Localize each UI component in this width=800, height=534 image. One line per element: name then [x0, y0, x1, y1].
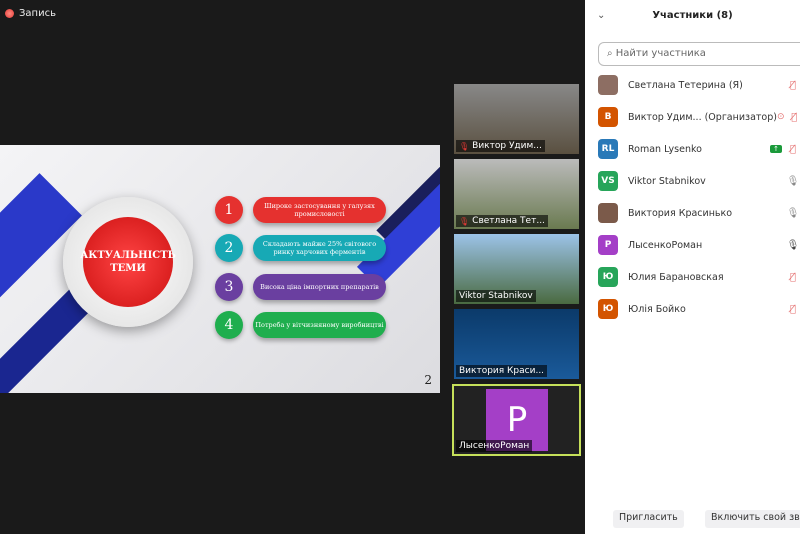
video-tile[interactable]: 🎙 Виктор Удим...	[454, 84, 579, 154]
item-text: Потреба у вітчизняному виробництві	[253, 312, 386, 338]
participant-row[interactable]: P ЛысенкоРоман 🎙	[598, 234, 800, 256]
video-tile[interactable]: P ЛысенкоРоман	[452, 384, 581, 456]
participant-name: Юлия Барановская	[628, 271, 724, 283]
item-number: 3	[215, 273, 243, 301]
item-text: Висока ціна імпортних препаратів	[253, 274, 386, 300]
mic-muted-icon[interactable]: 🎙̸	[786, 272, 800, 283]
avatar: VS	[598, 171, 618, 191]
slide-item: 1 Широке застосування у галузях промислов…	[215, 196, 386, 224]
participant-row[interactable]: Светлана Тетерина (Я) 🎙̸	[598, 74, 800, 96]
share-screen-icon: ↑	[770, 145, 782, 153]
slide-item: 3 Висока ціна імпортних препаратів	[215, 273, 386, 301]
video-name-label: 🎙 Светлана Тет...	[456, 215, 548, 227]
participant-row[interactable]: RL Roman Lysenko ↑ 🎙̸	[598, 138, 800, 160]
participant-row[interactable]: Ю Юлия Барановская 🎙̸	[598, 266, 800, 288]
mic-muted-icon[interactable]: 🎙̸	[786, 80, 800, 91]
participant-name: Виктор Удим... (Организатор)	[628, 111, 777, 123]
unmute-button[interactable]: Включить свой звук	[705, 510, 800, 528]
mic-muted-icon[interactable]: 🎙̸	[789, 112, 800, 123]
video-name-label: Viktor Stabnikov	[456, 290, 536, 302]
participants-panel: ⌄ Участники (8) ⌕ Найти участника Светла…	[585, 0, 800, 534]
mic-icon[interactable]: 🎙	[786, 176, 800, 187]
item-number: 1	[215, 196, 243, 224]
record-icon	[5, 9, 14, 18]
avatar: P	[598, 235, 618, 255]
video-name-label: ЛысенкоРоман	[456, 440, 533, 452]
slide-page-number: 2	[424, 373, 432, 387]
video-tile[interactable]: 🎙 Светлана Тет...	[454, 159, 579, 229]
participant-search-input[interactable]: ⌕ Найти участника	[598, 42, 800, 66]
panel-title: Участники (8)	[652, 10, 733, 21]
mic-icon[interactable]: 🎙	[786, 208, 800, 219]
invite-button[interactable]: Пригласить	[613, 510, 684, 528]
avatar: RL	[598, 139, 618, 159]
video-tile[interactable]: Виктория Краси...	[454, 309, 579, 379]
host-icon: ⊙	[776, 112, 785, 122]
video-tile[interactable]: Viktor Stabnikov	[454, 234, 579, 304]
mic-muted-icon: 🎙	[459, 216, 470, 226]
shared-slide: АКТУАЛЬНІСТЬ ТЕМИ 2	[0, 145, 440, 393]
avatar	[598, 203, 618, 223]
mic-active-icon[interactable]: 🎙	[786, 240, 800, 251]
participant-name: Roman Lysenko	[628, 143, 702, 155]
participant-row[interactable]: Виктория Красинько 🎙	[598, 202, 800, 224]
mic-muted-icon[interactable]: 🎙̸	[786, 144, 800, 155]
video-name-label: 🎙 Виктор Удим...	[456, 140, 545, 152]
participant-name: Viktor Stabnikov	[628, 175, 706, 187]
item-number: 4	[215, 311, 243, 339]
avatar: Ю	[598, 299, 618, 319]
participant-row[interactable]: VS Viktor Stabnikov 🎙	[598, 170, 800, 192]
slide-title: АКТУАЛЬНІСТЬ ТЕМИ	[80, 217, 176, 307]
participant-name: Светлана Тетерина (Я)	[628, 79, 743, 91]
participant-name: Виктория Красинько	[628, 207, 733, 219]
participant-row[interactable]: В Виктор Удим... (Организатор) ⊙ 🎙̸	[598, 106, 800, 128]
avatar	[598, 75, 618, 95]
participant-name: ЛысенкоРоман	[628, 239, 703, 251]
slide-item: 4 Потреба у вітчизняному виробництві	[215, 311, 386, 339]
item-number: 2	[215, 234, 243, 262]
video-name-label: Виктория Краси...	[456, 365, 548, 377]
mic-muted-icon: 🎙	[459, 141, 470, 151]
recording-indicator[interactable]: Запись	[5, 8, 56, 19]
slide-item: 2 Складають майже 25% світового ринку хар…	[215, 234, 386, 262]
participant-row[interactable]: Ю Юлія Бойко 🎙̸	[598, 298, 800, 320]
participant-name: Юлія Бойко	[628, 303, 686, 315]
item-text: Широке застосування у галузях промислово…	[253, 197, 386, 223]
recording-label: Запись	[19, 8, 56, 19]
title-circle: АКТУАЛЬНІСТЬ ТЕМИ	[63, 197, 193, 327]
item-text: Складають майже 25% світового ринку харч…	[253, 235, 386, 261]
avatar: В	[598, 107, 618, 127]
avatar: Ю	[598, 267, 618, 287]
mic-muted-icon[interactable]: 🎙̸	[786, 304, 800, 315]
